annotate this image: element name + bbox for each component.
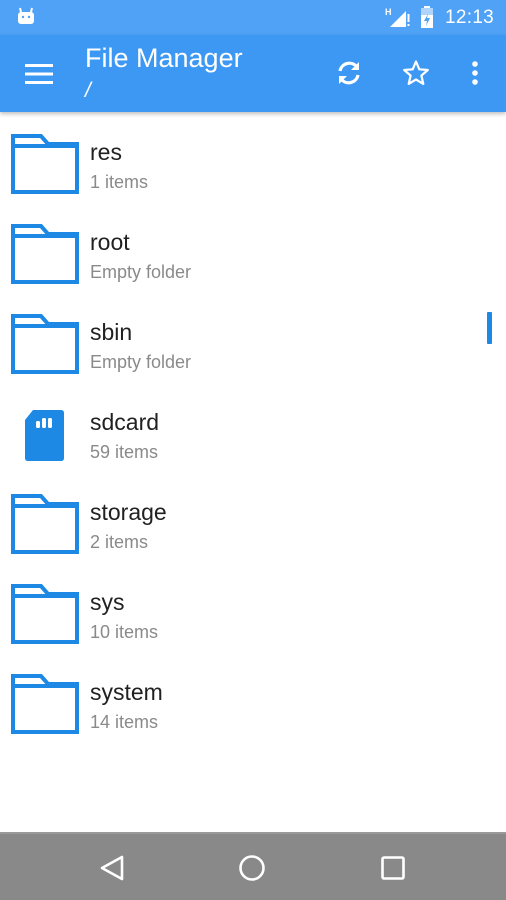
home-icon [239,855,265,881]
file-item-sbin[interactable]: sbin Empty folder [0,292,506,382]
status-clock: 12:13 [445,7,495,28]
folder-icon [11,224,79,284]
file-name: sys [90,589,125,615]
current-path[interactable]: / [85,79,91,103]
file-item-res[interactable]: res 1 items [0,112,506,202]
menu-icon [25,64,53,84]
app-bar: File Manager / [0,35,506,112]
folder-icon [11,674,79,734]
file-meta: Empty folder [90,262,192,282]
menu-button[interactable] [22,57,56,91]
sdcard-icon [25,410,64,461]
file-meta: 10 items [90,622,159,642]
star-icon [403,60,429,85]
more-options-button[interactable] [457,55,493,91]
home-button[interactable] [232,848,272,888]
app-title: File Manager [85,43,243,73]
file-name: system [90,679,163,705]
scrollbar-thumb[interactable] [487,312,492,344]
favorite-button[interactable] [398,55,434,91]
file-item-system[interactable]: system 14 items [0,652,506,742]
recents-icon [381,856,405,880]
signal-icon: H [385,7,410,27]
folder-icon [11,134,79,194]
file-name: sdcard [90,409,160,435]
battery-charging-icon [421,6,433,28]
refresh-button[interactable] [331,55,367,91]
android-notification-icon [18,7,34,24]
folder-icon [11,584,79,644]
file-item-sdcard[interactable]: sdcard 59 items [0,382,506,472]
network-type-label: H [385,7,392,17]
more-vert-icon [472,61,478,85]
status-bar: H 12:13 [0,0,506,35]
back-button[interactable] [92,848,132,888]
file-item-sys[interactable]: sys 10 items [0,562,506,652]
file-meta: 1 items [90,172,149,192]
file-meta: Empty folder [90,352,192,372]
file-name: sbin [90,319,133,345]
folder-icon [11,314,79,374]
file-name: res [90,139,122,165]
file-name: storage [90,499,167,525]
file-item-root[interactable]: root Empty folder [0,202,506,292]
folder-icon [11,494,79,554]
navigation-bar [0,832,506,900]
file-list: res 1 items root Empty folder sbin Empty… [0,112,506,832]
recents-button[interactable] [373,848,413,888]
file-meta: 14 items [90,712,159,732]
back-icon [100,855,124,881]
file-meta: 59 items [90,442,159,462]
file-item-storage[interactable]: storage 2 items [0,472,506,562]
refresh-icon [338,61,360,85]
file-name: root [90,229,130,255]
file-meta: 2 items [90,532,149,552]
